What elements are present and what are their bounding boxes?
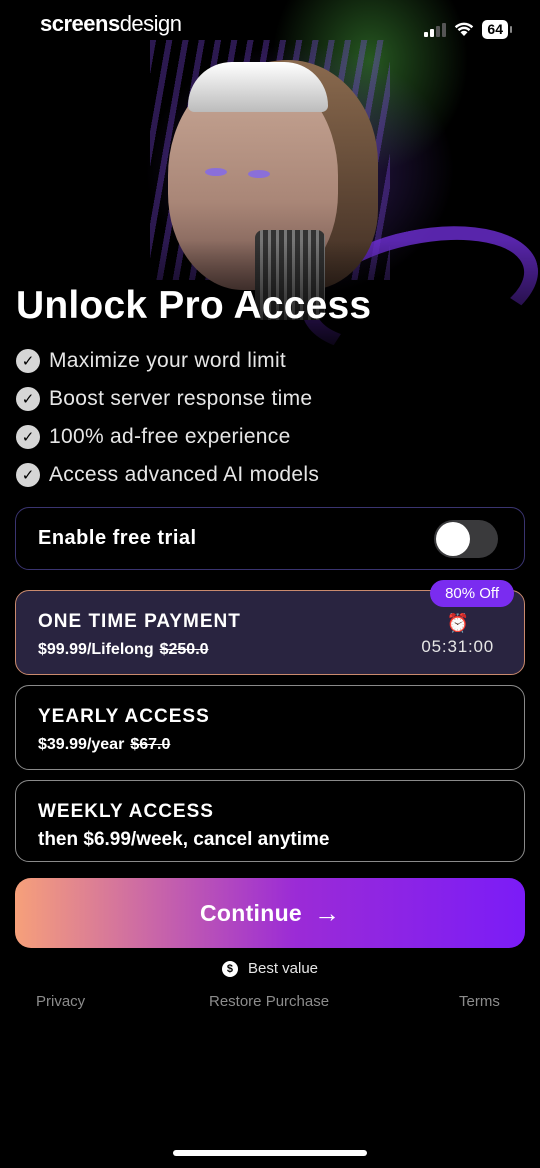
- status-bar-icons: 64: [424, 20, 512, 39]
- check-circle-icon: ✓: [16, 349, 40, 373]
- plan-name: YEARLY ACCESS: [38, 706, 210, 727]
- feature-item: ✓ Access advanced AI models: [16, 456, 319, 494]
- home-indicator: [173, 1150, 367, 1156]
- battery-icon: 64: [482, 20, 512, 39]
- privacy-link[interactable]: Privacy: [36, 993, 85, 1010]
- feature-item: ✓ Maximize your word limit: [16, 342, 319, 380]
- alarm-clock-icon: ⏰: [446, 613, 469, 633]
- feature-text: 100% ad-free experience: [49, 425, 291, 448]
- feature-text: Maximize your word limit: [49, 349, 287, 372]
- feature-list: ✓ Maximize your word limit ✓ Boost serve…: [16, 342, 319, 494]
- discount-badge: 80% Off: [430, 580, 514, 607]
- hero-eye: [205, 168, 227, 176]
- toggle-knob: [436, 521, 470, 556]
- plan-price-value: $39.99/year: [38, 736, 125, 753]
- plan-one-time-payment[interactable]: 80% Off ONE TIME PAYMENT $99.99/Lifelong…: [15, 580, 525, 675]
- free-trial-toggle[interactable]: [434, 519, 498, 558]
- feature-item: ✓ Boost server response time: [16, 380, 319, 418]
- check-circle-icon: ✓: [16, 425, 40, 449]
- plan-name: WEEKLY ACCESS: [38, 801, 214, 822]
- restore-purchase-link[interactable]: Restore Purchase: [209, 993, 329, 1010]
- plan-old-price: $250.0: [159, 641, 209, 658]
- plan-old-price: $67.0: [130, 736, 171, 753]
- wifi-icon: [455, 22, 474, 36]
- check-circle-icon: ✓: [16, 387, 40, 411]
- continue-button[interactable]: Continue →: [15, 878, 525, 948]
- countdown-timer: ⏰ 05:31:00: [421, 613, 494, 657]
- brand-logo: screensdesign: [40, 11, 182, 37]
- timer-value: 05:31:00: [421, 637, 494, 656]
- terms-link[interactable]: Terms: [459, 993, 500, 1010]
- plan-weekly-access[interactable]: WEEKLY ACCESS then $6.99/week, cancel an…: [15, 780, 525, 862]
- best-value-label: Best value: [247, 960, 319, 977]
- check-circle-icon: ✓: [16, 463, 40, 487]
- plan-price: $39.99/year $67.0: [38, 736, 502, 754]
- dollar-circle-icon: $: [221, 960, 238, 977]
- plan-price: then $6.99/week, cancel anytime: [38, 829, 330, 850]
- brand-text: screens: [40, 11, 120, 36]
- brand-text-suffix: design: [119, 11, 182, 36]
- continue-label: Continue: [199, 899, 303, 926]
- plan-yearly-access[interactable]: YEARLY ACCESS $39.99/year $67.0: [15, 685, 525, 770]
- page-title: Unlock Pro Access: [16, 284, 372, 327]
- feature-item: ✓ 100% ad-free experience: [16, 418, 319, 456]
- hero-head-plate: [188, 62, 328, 112]
- best-value-note: $ Best value: [0, 960, 540, 977]
- free-trial-label: Enable free trial: [38, 527, 197, 549]
- feature-text: Boost server response time: [49, 387, 313, 410]
- free-trial-row[interactable]: Enable free trial: [15, 507, 525, 570]
- hero-eye: [248, 170, 270, 178]
- plan-price-value: $99.99/Lifelong: [38, 641, 154, 658]
- arrow-right-icon: →: [314, 897, 341, 928]
- feature-text: Access advanced AI models: [49, 463, 320, 486]
- cellular-signal-icon: [424, 22, 447, 37]
